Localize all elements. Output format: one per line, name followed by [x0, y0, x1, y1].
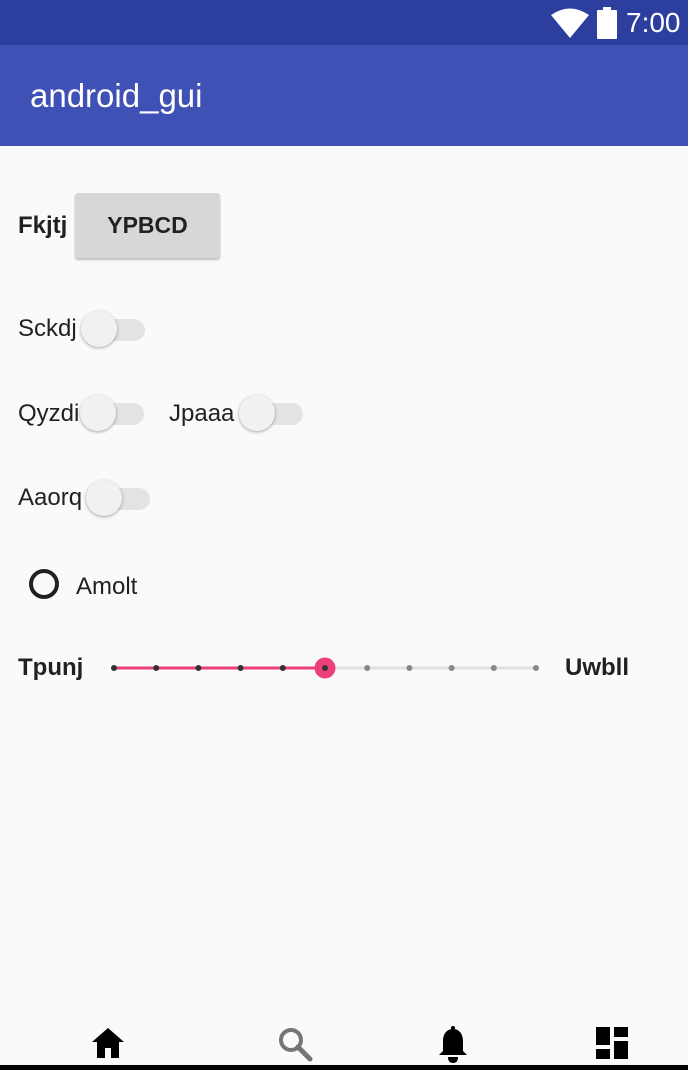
status-time: 7:00 — [626, 7, 681, 38]
switch-qyzdi[interactable] — [80, 395, 144, 431]
switch-thumb — [86, 480, 122, 516]
slider-tick — [153, 665, 160, 671]
tpunj-slider[interactable] — [104, 650, 548, 686]
status-bar: 7:00 — [0, 0, 688, 45]
switch-thumb — [81, 311, 117, 347]
switch-jpaaa-label: Jpaaa — [169, 400, 235, 427]
button-row-label: Fkjtj — [18, 212, 68, 239]
search-icon[interactable] — [277, 1026, 313, 1062]
app-bar: android_gui — [0, 45, 688, 146]
slider-thumb-dot — [322, 665, 328, 671]
switch-sckdj-label: Sckdj — [18, 315, 77, 342]
bell-icon[interactable] — [436, 1026, 470, 1064]
slider-tick — [279, 665, 286, 671]
battery-icon — [597, 7, 617, 39]
nav-bottom-line — [0, 1065, 688, 1070]
switch-jpaaa[interactable] — [239, 395, 303, 431]
dashboard-icon[interactable] — [595, 1026, 629, 1060]
switch-thumb — [80, 395, 116, 431]
radio-amolt[interactable] — [29, 569, 59, 599]
slider-right-label: Uwbll — [565, 654, 629, 681]
slider-tick — [490, 665, 497, 671]
switch-thumb — [239, 395, 275, 431]
switch-aaorq-label: Aaorq — [18, 484, 83, 511]
bottom-nav — [0, 1020, 688, 1070]
slider-tick — [364, 665, 371, 671]
ypbcd-button[interactable]: YPBCD — [75, 193, 220, 258]
switch-sckdj[interactable] — [81, 311, 145, 347]
slider-tick — [406, 665, 413, 671]
switch-aaorq[interactable] — [86, 480, 150, 516]
slider-tick — [237, 665, 244, 671]
slider-tick — [533, 665, 539, 671]
slider-tick — [111, 665, 117, 671]
radio-amolt-label: Amolt — [76, 573, 138, 600]
switch-qyzdi-label: Qyzdi — [18, 400, 80, 427]
wifi-icon — [551, 8, 589, 38]
slider-left-label: Tpunj — [18, 654, 84, 681]
home-icon[interactable] — [90, 1026, 126, 1060]
app-title: android_gui — [30, 77, 203, 114]
slider-tick — [448, 665, 455, 671]
slider-tick — [195, 665, 202, 671]
